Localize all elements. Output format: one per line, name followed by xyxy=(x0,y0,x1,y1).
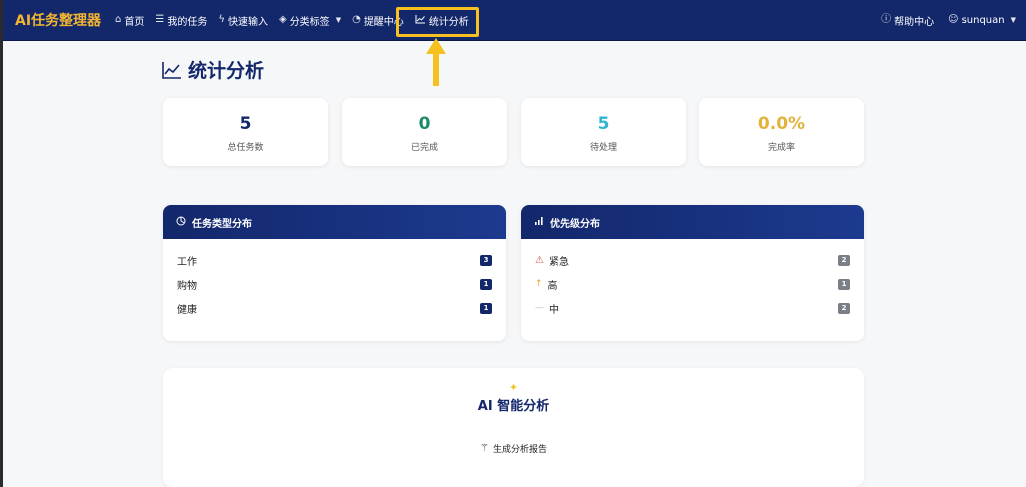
count-badge: 2 xyxy=(838,254,850,266)
button-label: 生成分析报告 xyxy=(492,444,547,454)
panel-header: 优先级分布 xyxy=(521,205,864,239)
list-item: — 中 2 xyxy=(521,296,864,320)
window-frame xyxy=(0,0,3,487)
nav-item-label: 快速输入 xyxy=(227,16,268,28)
type-label: 工作 xyxy=(177,256,197,268)
count-badge: 2 xyxy=(838,302,850,314)
user-icon: ☺ xyxy=(948,14,959,25)
nav-item-tags[interactable]: ◈ 分类标签 ▼ xyxy=(279,13,341,28)
tag-icon: ◈ xyxy=(278,14,287,25)
priority-panel: 优先级分布 ⚠ 紧急 2 ↑ 高 1 — 中 2 xyxy=(521,205,864,341)
bell-icon: ◔ xyxy=(352,14,361,25)
ai-subtitle xyxy=(163,420,864,429)
warning-icon: ⚠ xyxy=(535,254,544,266)
chart-line-icon xyxy=(162,61,181,79)
home-icon: ⌂ xyxy=(115,14,122,25)
list-item: 健康 1 xyxy=(163,296,506,320)
stat-card-total: 5 总任务数 xyxy=(163,98,328,166)
priority-label: 中 xyxy=(549,304,559,316)
count-badge: 1 xyxy=(838,278,850,290)
arrow-up-icon: ↑ xyxy=(535,279,543,289)
app-brand[interactable]: AI任务整理器 xyxy=(15,10,101,30)
stat-label: 待处理 xyxy=(589,143,617,153)
stat-value: 0.0% xyxy=(757,114,806,134)
magic-wand-icon: ⚚ xyxy=(480,443,489,454)
priority-label: 高 xyxy=(547,280,558,292)
top-navbar: AI任务整理器 ⌂ 首页 ☰ 我的任务 ϟ 快速输入 ◈ 分类标签 ▼ ◔ 提醒… xyxy=(3,0,1026,41)
priority-label: 紧急 xyxy=(548,256,569,268)
username: sunquan xyxy=(961,14,1005,26)
signal-bars-icon xyxy=(534,216,544,229)
stat-label: 已完成 xyxy=(410,143,438,153)
nav-item-label: 分类标签 xyxy=(289,16,330,28)
stat-value: 0 xyxy=(418,114,431,134)
stat-value: 5 xyxy=(597,114,610,134)
nav-right: ⓘ 帮助中心 ☺ sunquan ▼ xyxy=(867,13,1016,28)
list-item: ⚠ 紧急 2 xyxy=(521,248,864,272)
page-title: 统计分析 xyxy=(162,56,264,83)
chevron-down-icon: ▼ xyxy=(335,16,342,24)
nav-item-home[interactable]: ⌂ 首页 xyxy=(115,13,144,28)
chevron-down-icon: ▼ xyxy=(1010,16,1016,24)
list-icon: ☰ xyxy=(155,14,165,25)
nav-item-label: 首页 xyxy=(124,16,145,28)
help-icon: ⓘ xyxy=(881,14,892,25)
task-type-panel: 任务类型分布 工作 3 购物 1 健康 1 xyxy=(163,205,506,341)
nav-item-help[interactable]: ⓘ 帮助中心 xyxy=(881,13,934,28)
list-item: ↑ 高 1 xyxy=(521,272,864,296)
panel-title: 优先级分布 xyxy=(550,218,600,230)
stat-card-pending: 5 待处理 xyxy=(521,98,686,166)
annotation-arrow-icon xyxy=(426,38,446,86)
stat-card-completion-rate: 0.0% 完成率 xyxy=(699,98,864,166)
type-label: 健康 xyxy=(177,304,197,316)
pie-chart-icon xyxy=(176,216,186,229)
lightning-icon: ϟ xyxy=(218,14,225,25)
ai-analysis-card: ✦ AI 智能分析 ⚚ 生成分析报告 xyxy=(163,368,864,487)
stat-value: 5 xyxy=(239,114,252,134)
nav-item-label: 帮助中心 xyxy=(894,16,935,28)
nav-item-label: 我的任务 xyxy=(167,16,208,28)
count-badge: 3 xyxy=(480,254,492,266)
type-label: 购物 xyxy=(177,280,197,292)
panel-title: 任务类型分布 xyxy=(192,218,252,230)
count-badge: 1 xyxy=(480,302,492,314)
annotation-highlight-box xyxy=(396,7,479,37)
sparkle-icon: ✦ xyxy=(508,381,519,394)
list-item: 工作 3 xyxy=(163,248,506,272)
stat-label: 完成率 xyxy=(767,143,795,153)
dash-icon: — xyxy=(535,303,544,313)
panel-header: 任务类型分布 xyxy=(163,205,506,239)
nav-item-my-tasks[interactable]: ☰ 我的任务 xyxy=(155,13,207,28)
stat-label: 总任务数 xyxy=(227,143,264,153)
nav-item-quick-input[interactable]: ϟ 快速输入 xyxy=(218,13,268,28)
count-badge: 1 xyxy=(480,278,492,290)
list-item: 购物 1 xyxy=(163,272,506,296)
user-menu[interactable]: ☺ sunquan ▼ xyxy=(948,15,1016,26)
page-title-text: 统计分析 xyxy=(188,60,265,82)
ai-title: AI 智能分析 xyxy=(477,399,550,414)
stat-card-completed: 0 已完成 xyxy=(342,98,507,166)
generate-report-button[interactable]: ⚚ 生成分析报告 xyxy=(480,442,547,455)
